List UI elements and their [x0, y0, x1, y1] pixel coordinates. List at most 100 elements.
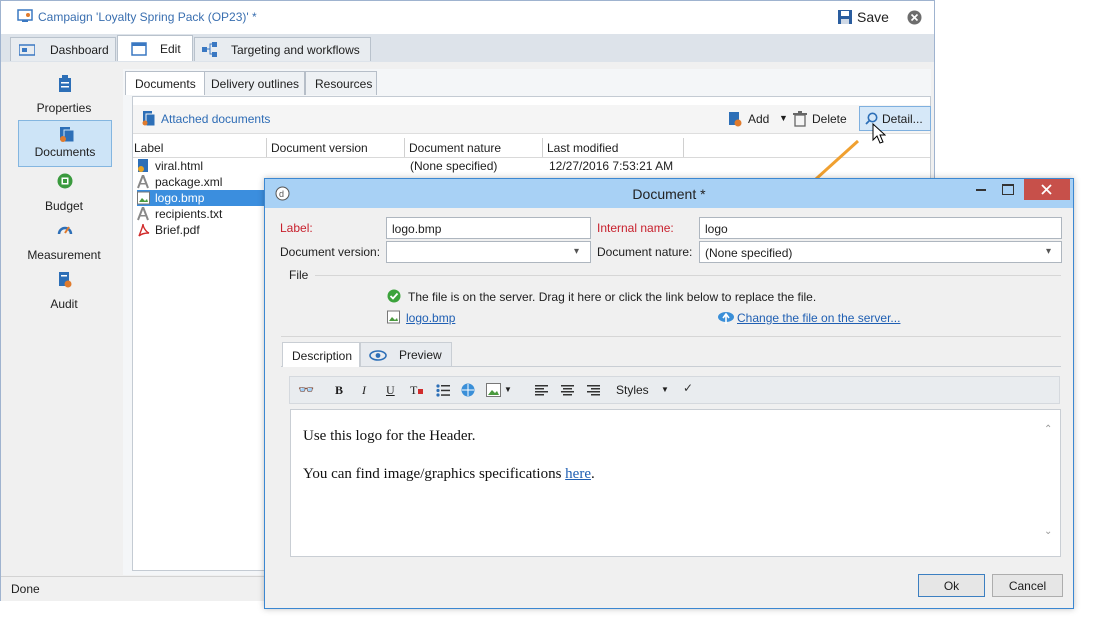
- nav-properties-label: Properties: [36, 101, 92, 115]
- styles-dropdown[interactable]: Styles: [616, 383, 649, 397]
- subtab-resources-label: Resources: [315, 77, 373, 91]
- bold-icon[interactable]: B: [335, 383, 343, 398]
- column-header-document-version[interactable]: Document version: [271, 141, 368, 155]
- subtab-resources[interactable]: Resources: [305, 71, 377, 95]
- close-icon: [1041, 184, 1052, 195]
- upload-cloud-icon: [718, 312, 734, 324]
- add-dropdown-arrow-icon[interactable]: ▼: [779, 113, 788, 123]
- tab-targeting-label: Targeting and workflows: [231, 43, 360, 57]
- subtab-delivery-outlines[interactable]: Delivery outlines: [204, 71, 305, 95]
- table-row[interactable]: Brief.pdf: [137, 222, 265, 238]
- file-link[interactable]: logo.bmp: [406, 311, 455, 325]
- html-file-icon: [138, 159, 148, 172]
- spellcheck-icon[interactable]: ✓: [683, 381, 693, 395]
- scroll-up-icon[interactable]: ⌃: [1044, 424, 1052, 435]
- column-header-last-modified[interactable]: Last modified: [547, 141, 618, 155]
- table-row-selected[interactable]: logo.bmp: [137, 190, 265, 206]
- tab-description-label: Description: [292, 349, 353, 363]
- editor-here-link[interactable]: here: [565, 466, 591, 482]
- tab-dashboard-label: Dashboard: [50, 43, 109, 57]
- cancel-button-label: Cancel: [1008, 579, 1047, 593]
- close-window-icon[interactable]: [907, 10, 922, 25]
- link-globe-icon[interactable]: [460, 383, 476, 398]
- styles-dropdown-arrow-icon[interactable]: ▼: [661, 385, 669, 394]
- label-input-value: logo.bmp: [392, 222, 442, 236]
- window-titlebar: Campaign 'Loyalty Spring Pack (OP23)' * …: [1, 1, 934, 35]
- document-nature-value: (None specified): [705, 246, 793, 260]
- document-version-caption: Document version:: [280, 245, 381, 259]
- label-input[interactable]: logo.bmp: [386, 217, 591, 239]
- scroll-down-icon[interactable]: ⌄: [1044, 526, 1052, 537]
- table-row[interactable]: recipients.txt: [137, 206, 265, 222]
- editor-toolbar: 👓 B I U T ▼ Styles ▼ ✓: [289, 376, 1060, 404]
- save-icon[interactable]: [837, 9, 853, 25]
- row-label: recipients.txt: [155, 207, 223, 221]
- nav-documents-label: Documents: [34, 145, 96, 159]
- file-group-caption: File: [289, 268, 309, 282]
- ok-button-label: Ok: [943, 579, 960, 593]
- status-text: Done: [11, 582, 40, 596]
- clipboard-icon: [59, 75, 71, 92]
- table-row[interactable]: package.xml: [137, 174, 265, 190]
- file-group-divider: [315, 275, 1061, 276]
- detail-button-label: Detail...: [882, 112, 923, 126]
- nav-documents[interactable]: Documents: [18, 120, 112, 167]
- detail-button[interactable]: Detail...: [859, 106, 931, 131]
- tab-edit[interactable]: Edit: [117, 35, 193, 61]
- bulleted-list-icon[interactable]: [436, 384, 450, 397]
- subtab-documents-label: Documents: [135, 77, 196, 91]
- tab-preview[interactable]: Preview: [360, 342, 452, 366]
- subtab-documents[interactable]: Documents: [125, 71, 205, 95]
- description-editor[interactable]: Use this logo for the Header. You can fi…: [290, 409, 1061, 557]
- table-row[interactable]: viral.html (None specified) 12/27/2016 7…: [137, 158, 697, 174]
- editor-line-2-text: You can find image/graphics specificatio…: [303, 466, 566, 482]
- underline-icon[interactable]: U: [386, 383, 395, 398]
- align-center-icon[interactable]: [561, 385, 574, 396]
- nav-properties[interactable]: Properties: [17, 73, 111, 120]
- image-file-icon: [387, 310, 400, 324]
- tab-targeting[interactable]: Targeting and workflows: [194, 37, 371, 61]
- add-button[interactable]: Add: [748, 112, 769, 126]
- file-status-message: The file is on the server. Drag it here …: [408, 290, 817, 304]
- nav-measurement[interactable]: Measurement: [17, 220, 111, 267]
- minimize-icon[interactable]: [976, 189, 986, 191]
- nav-budget[interactable]: Budget: [17, 171, 111, 218]
- measurement-icon: [57, 226, 73, 235]
- save-button[interactable]: Save: [857, 9, 889, 25]
- nav-audit[interactable]: Audit: [17, 269, 111, 316]
- align-left-icon[interactable]: [535, 385, 548, 396]
- tab-dashboard[interactable]: Dashboard: [10, 37, 116, 61]
- column-header-label[interactable]: Label: [134, 141, 163, 155]
- find-icon[interactable]: 👓: [298, 382, 314, 398]
- delete-button[interactable]: Delete: [812, 112, 847, 126]
- add-icon: [729, 112, 742, 127]
- tab-description[interactable]: Description: [282, 342, 360, 367]
- attached-documents-title: Attached documents: [161, 112, 271, 126]
- row-label: package.xml: [155, 175, 223, 189]
- trash-icon: [793, 111, 807, 127]
- text-color-icon[interactable]: T: [410, 383, 424, 398]
- nav-measurement-label: Measurement: [27, 248, 101, 262]
- cancel-button[interactable]: Cancel: [992, 574, 1063, 597]
- row-nature: (None specified): [410, 159, 498, 173]
- maximize-icon[interactable]: [1002, 184, 1014, 195]
- row-label: Brief.pdf: [155, 223, 200, 237]
- insert-image-icon[interactable]: [486, 383, 501, 397]
- document-version-select[interactable]: ▾: [386, 241, 591, 263]
- change-file-link[interactable]: Change the file on the server...: [737, 311, 900, 325]
- nav-budget-label: Budget: [44, 199, 84, 213]
- italic-icon[interactable]: I: [362, 383, 366, 398]
- align-right-icon[interactable]: [587, 385, 600, 396]
- internal-name-input[interactable]: logo: [699, 217, 1062, 239]
- document-nature-select[interactable]: (None specified) ▾: [699, 241, 1062, 263]
- image-dropdown-arrow-icon[interactable]: ▼: [504, 385, 512, 394]
- documents-icon: [60, 127, 75, 143]
- internal-name-input-value: logo: [705, 222, 728, 236]
- editor-line-2: You can find image/graphics specificatio…: [303, 466, 595, 483]
- dialog-close-button[interactable]: [1024, 179, 1070, 200]
- ok-button[interactable]: Ok: [918, 574, 985, 597]
- chevron-down-icon: ▾: [574, 246, 580, 257]
- budget-icon: [57, 173, 73, 189]
- column-header-document-nature[interactable]: Document nature: [409, 141, 501, 155]
- document-dialog: d Document * Label: logo.bmp Internal na…: [264, 178, 1074, 609]
